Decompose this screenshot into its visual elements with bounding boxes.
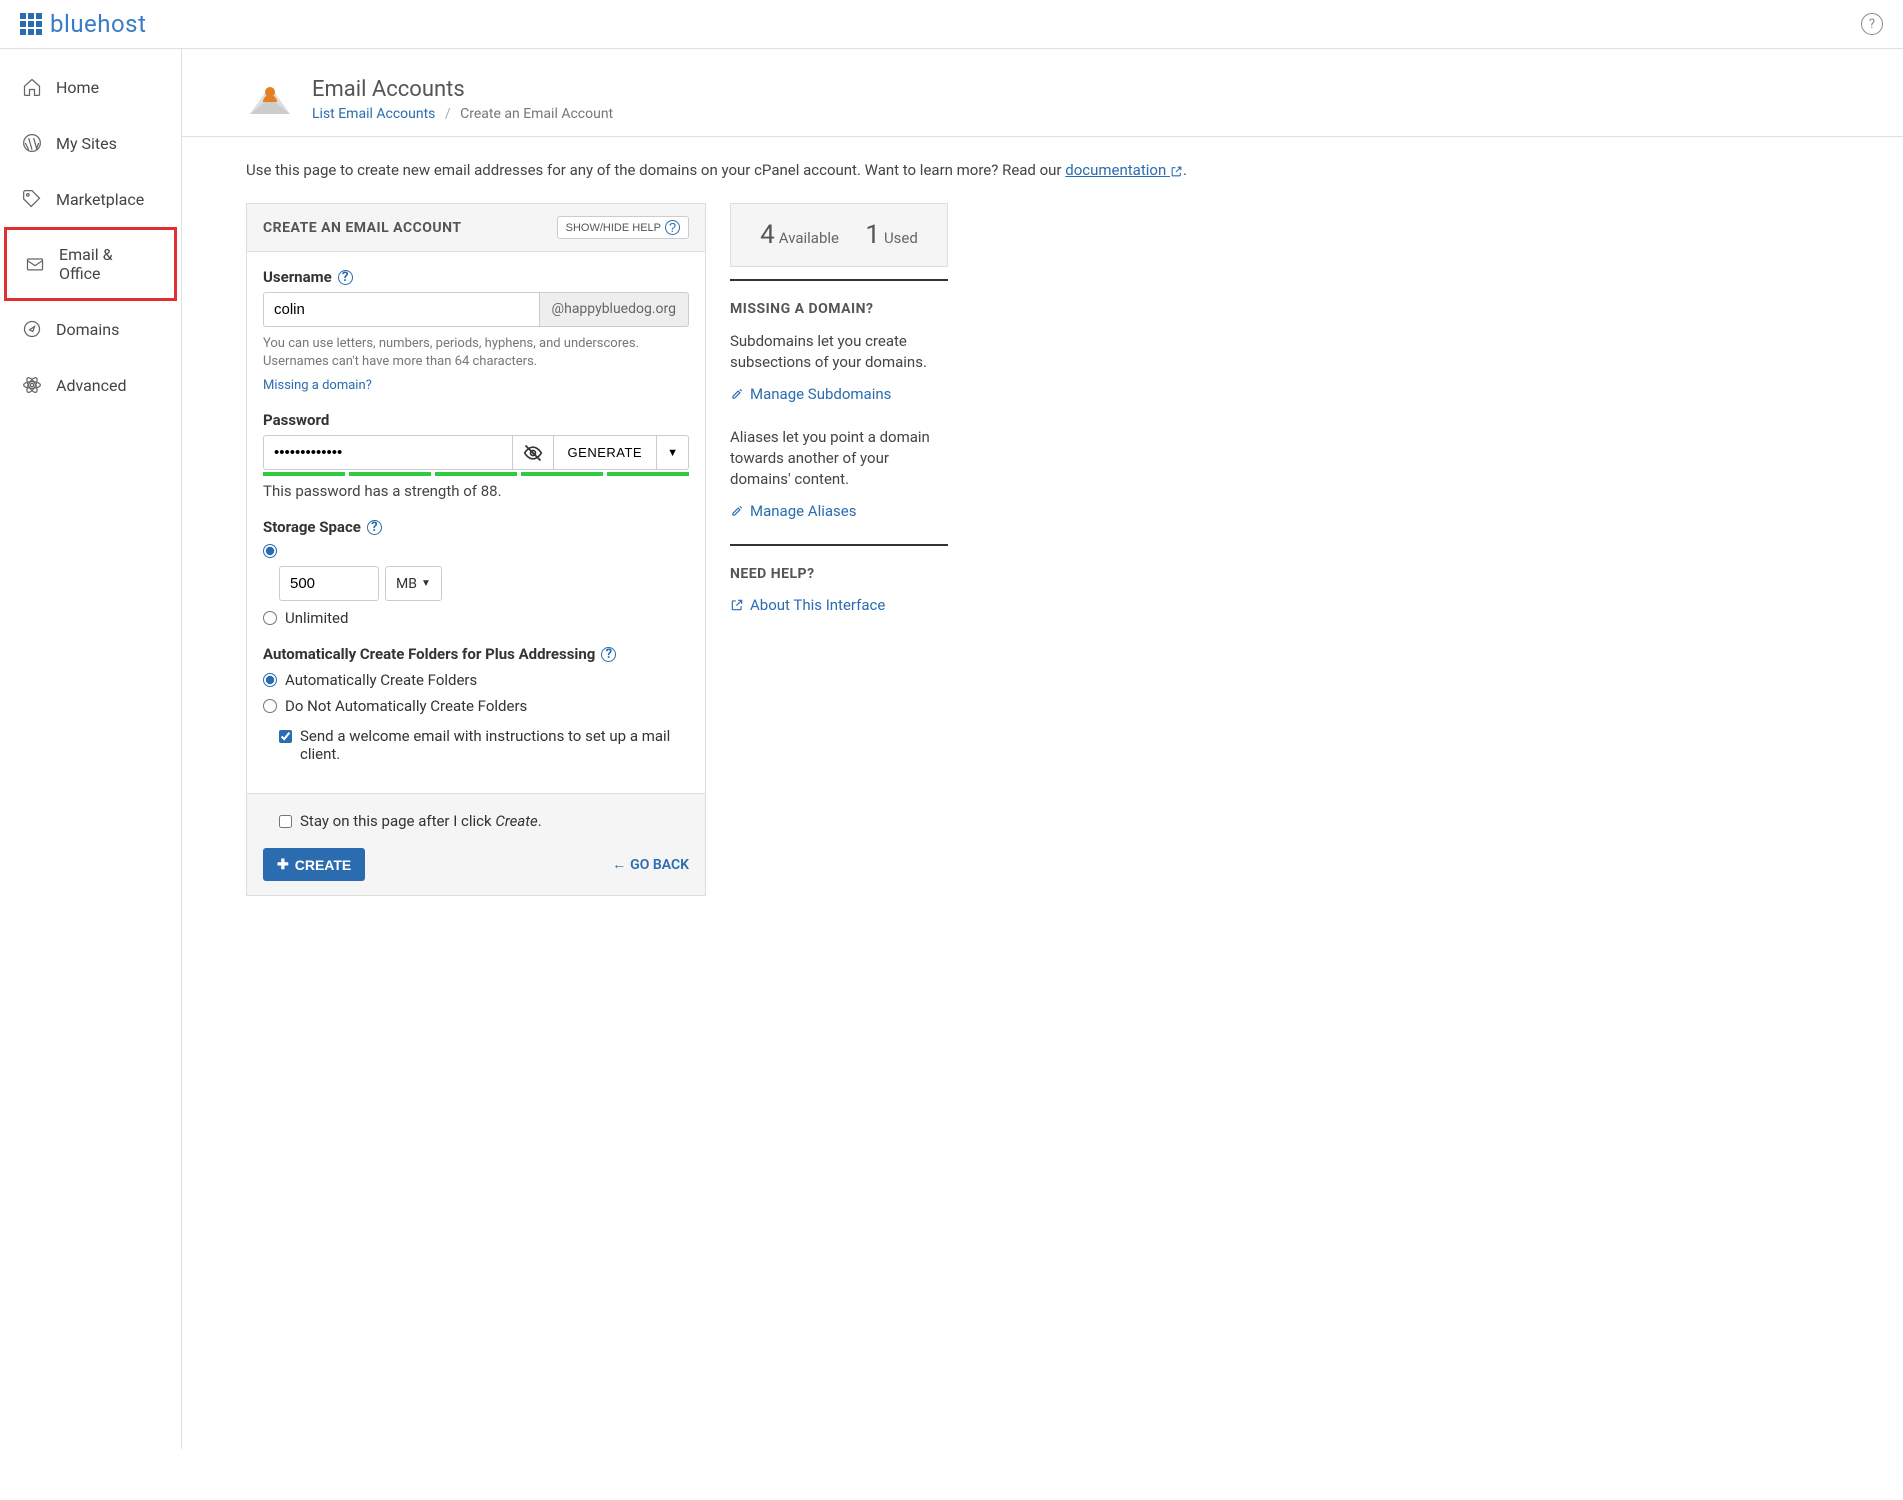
username-hint: You can use letters, numbers, periods, h… [263,335,689,371]
about-interface-link[interactable]: About This Interface [730,596,948,614]
sidebar-item-label: Advanced [56,376,127,395]
checkbox-label: Send a welcome email with instructions t… [300,727,689,763]
content: Email Accounts List Email Accounts / Cre… [182,49,1903,1449]
compass-icon [22,319,42,339]
create-button[interactable]: ✚CREATE [263,848,365,881]
breadcrumb-link[interactable]: List Email Accounts [312,106,435,122]
storage-label: Storage Space? [263,518,689,536]
storage-amount-input[interactable] [279,566,379,601]
sidebar-item-mysites[interactable]: My Sites [0,115,181,171]
plus-icon: ✚ [277,856,289,873]
sidebar-item-email-office[interactable]: Email & Office [4,227,177,301]
storage-unlimited-radio[interactable] [263,611,277,625]
sidebar-item-label: Email & Office [59,245,156,283]
sidebar-item-home[interactable]: Home [0,59,181,115]
brand[interactable]: bluehost [20,10,146,38]
help-circle-icon[interactable]: ? [367,520,382,535]
help-icon[interactable]: ? [1861,13,1883,35]
sidebar-item-label: My Sites [56,134,117,153]
stay-label: Stay on this page after I click Create. [300,812,542,830]
sidebar-item-domains[interactable]: Domains [0,301,181,357]
wordpress-icon [22,133,42,153]
side-column: 4Available 1Used MISSING A DOMAIN? Subdo… [730,203,948,638]
subdomains-text: Subdomains let you create subsections of… [730,331,948,373]
sidebar-item-advanced[interactable]: Advanced [0,357,181,413]
chevron-down-icon: ▼ [421,578,431,589]
email-accounts-icon [246,78,294,122]
top-header: bluehost ? [0,0,1903,49]
documentation-link[interactable]: documentation [1065,161,1183,179]
storage-fixed-radio[interactable] [263,544,277,558]
password-strength-bar [263,472,689,476]
radio-label: Automatically Create Folders [285,671,477,689]
breadcrumb: List Email Accounts / Create an Email Ac… [312,106,613,122]
envelope-icon [25,254,45,274]
intro-text: Use this page to create new email addres… [246,161,1903,179]
used-count: 1 [865,220,880,250]
plus-addressing-label: Automatically Create Folders for Plus Ad… [263,645,689,663]
arrow-left-icon: ← [612,856,626,873]
username-input[interactable] [263,292,540,327]
password-label: Password [263,411,689,429]
help-circle-icon: ? [665,220,680,235]
sidebar-item-label: Marketplace [56,190,144,209]
missing-domain-heading: MISSING A DOMAIN? [730,301,948,317]
stats-box: 4Available 1Used [730,203,948,267]
brand-text: bluehost [50,10,146,38]
stay-on-page-checkbox[interactable] [279,815,292,828]
panel-heading: CREATE AN EMAIL ACCOUNT [263,220,462,236]
toggle-password-visibility-button[interactable] [512,435,554,470]
generate-password-button[interactable]: GENERATE [554,435,658,470]
tag-icon [22,189,42,209]
aliases-text: Aliases let you point a domain towards a… [730,427,948,490]
welcome-email-checkbox[interactable] [279,730,292,743]
sidebar-item-label: Domains [56,320,119,339]
plus-no-create-radio[interactable] [263,699,277,713]
go-back-link[interactable]: ←GO BACK [612,856,689,873]
show-hide-help-button[interactable]: SHOW/HIDE HELP ? [557,216,689,239]
password-input[interactable] [263,435,512,470]
help-circle-icon[interactable]: ? [601,647,616,662]
generate-dropdown-button[interactable]: ▼ [657,435,689,470]
manage-aliases-link[interactable]: Manage Aliases [730,502,948,520]
unlimited-label: Unlimited [285,609,348,627]
username-label: Username? [263,268,689,286]
sidebar-item-marketplace[interactable]: Marketplace [0,171,181,227]
brand-grid-icon [20,13,42,35]
domain-addon: @happybluedog.org [540,292,689,327]
home-icon [22,77,42,97]
need-help-heading: NEED HELP? [730,566,948,582]
help-circle-icon[interactable]: ? [338,270,353,285]
atom-icon [22,375,42,395]
storage-unit-select[interactable]: MB ▼ [385,566,442,601]
manage-subdomains-link[interactable]: Manage Subdomains [730,385,948,403]
breadcrumb-current: Create an Email Account [460,106,613,122]
sidebar-item-label: Home [56,78,99,97]
page-header: Email Accounts List Email Accounts / Cre… [182,49,1903,137]
available-count: 4 [760,220,775,250]
missing-domain-link[interactable]: Missing a domain? [263,378,372,393]
plus-auto-create-radio[interactable] [263,673,277,687]
create-account-panel: CREATE AN EMAIL ACCOUNT SHOW/HIDE HELP ?… [246,203,706,896]
sidebar: Home My Sites Marketplace Email & Office… [0,49,182,1449]
password-strength-text: This password has a strength of 88. [263,482,689,500]
page-title: Email Accounts [312,77,613,102]
radio-label: Do Not Automatically Create Folders [285,697,527,715]
